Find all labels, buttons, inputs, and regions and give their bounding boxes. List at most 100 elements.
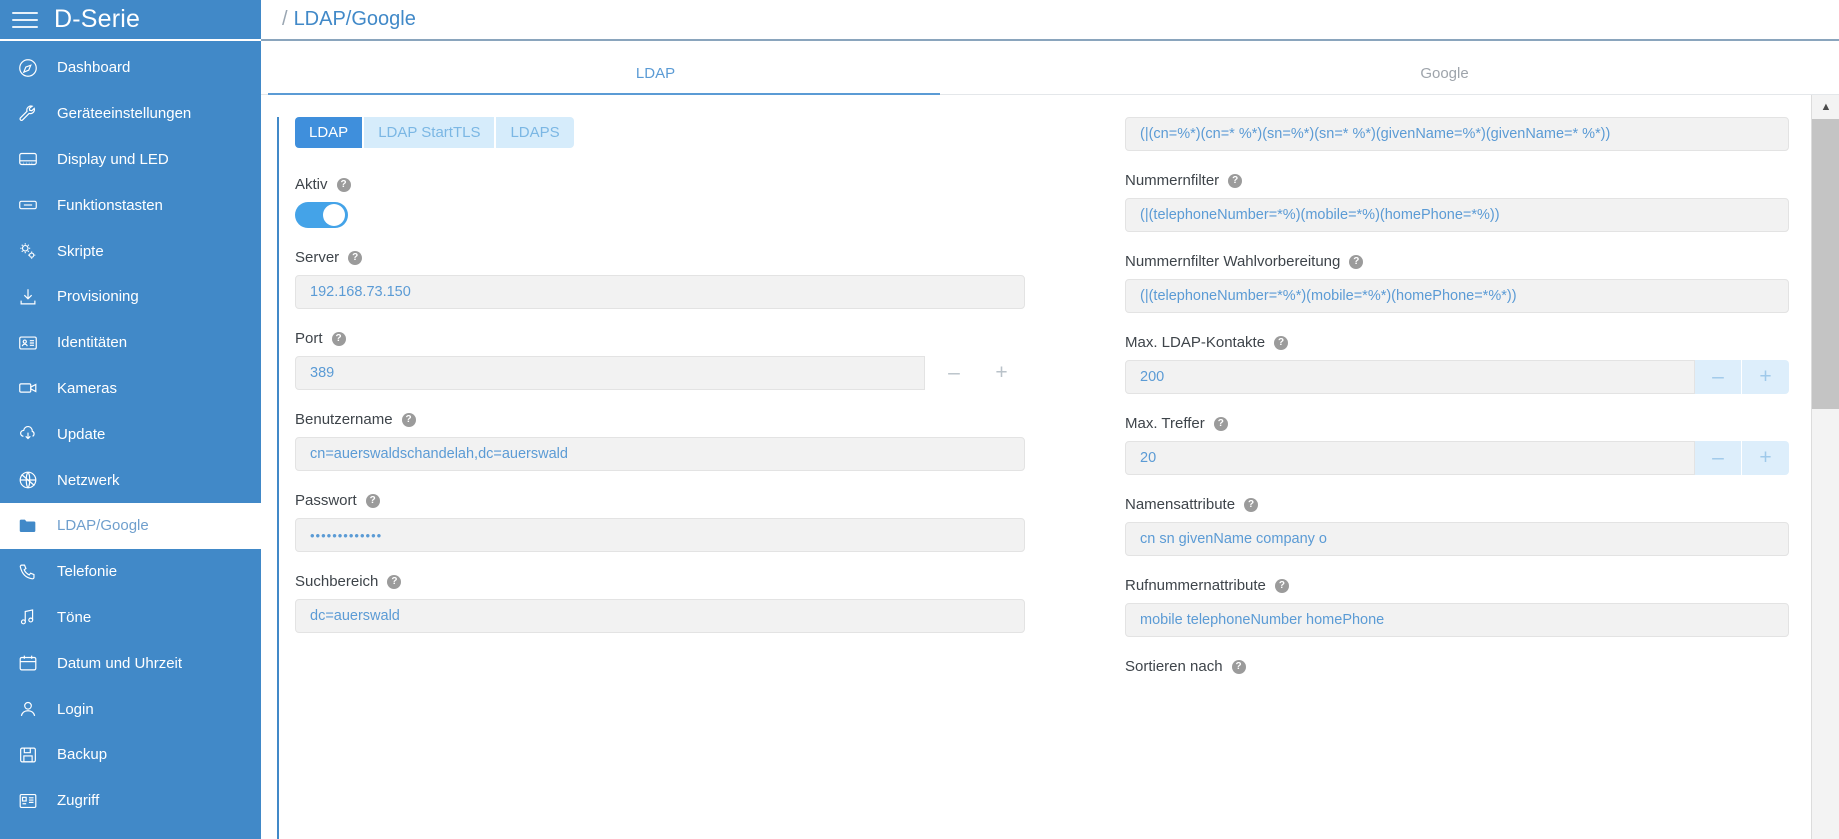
namensattribute-input[interactable]: cn sn givenName company o bbox=[1125, 522, 1789, 556]
help-icon[interactable]: ? bbox=[1349, 254, 1364, 269]
ldap-left-column: LDAP LDAP StartTLS LDAPS Aktiv ? Server … bbox=[277, 117, 1087, 839]
rufnummernattribute-input[interactable]: mobile telephoneNumber homePhone bbox=[1125, 603, 1789, 637]
port-stepper: 389 – + bbox=[295, 356, 1025, 390]
sidebar-item-datum-und-uhrzeit[interactable]: Datum und Uhrzeit bbox=[0, 640, 261, 686]
sidebar-item-telefonie[interactable]: Telefonie bbox=[0, 549, 261, 595]
help-icon[interactable]: ? bbox=[401, 412, 416, 427]
port-input[interactable]: 389 bbox=[295, 356, 925, 390]
label-text: Nummernfilter Wahlvorbereitung bbox=[1125, 253, 1341, 270]
field-label: Nummernfilter ? bbox=[1125, 172, 1789, 189]
vertical-scrollbar[interactable]: ▲ bbox=[1811, 95, 1839, 839]
tab-ldap[interactable]: LDAP bbox=[261, 65, 1050, 94]
nummernfilter-input[interactable]: (|(telephoneNumber=*%)(mobile=*%)(homePh… bbox=[1125, 198, 1789, 232]
help-icon[interactable]: ? bbox=[336, 177, 351, 192]
download-icon bbox=[13, 285, 43, 309]
help-icon[interactable]: ? bbox=[1213, 416, 1228, 431]
segment-ldap[interactable]: LDAP bbox=[295, 117, 365, 148]
aktiv-toggle[interactable] bbox=[295, 202, 348, 228]
sidebar-item-update[interactable]: Update bbox=[0, 411, 261, 457]
sidebar-item-label: Geräteeinstellungen bbox=[57, 105, 192, 123]
help-icon[interactable]: ? bbox=[1274, 578, 1289, 593]
sidebar-item-skripte[interactable]: Skripte bbox=[0, 228, 261, 274]
field-namensattribute: Namensattribute ? cn sn givenName compan… bbox=[1125, 496, 1789, 556]
sidebar-item-label: Login bbox=[57, 700, 94, 718]
max-ldap-kontakte-decrement-button[interactable]: – bbox=[1695, 360, 1742, 394]
field-rufnummernattribute: Rufnummernattribute ? mobile telephoneNu… bbox=[1125, 577, 1789, 637]
toggle-knob bbox=[323, 204, 345, 226]
scroll-up-arrow-icon[interactable]: ▲ bbox=[1812, 95, 1839, 119]
segment-ldaps[interactable]: LDAPS bbox=[496, 117, 574, 148]
sidebar-item-kameras[interactable]: Kameras bbox=[0, 366, 261, 412]
label-text: Max. Treffer bbox=[1125, 415, 1205, 432]
hamburger-icon[interactable] bbox=[12, 10, 38, 30]
port-increment-button[interactable]: + bbox=[978, 356, 1025, 390]
passwort-input[interactable]: ••••••••••••• bbox=[295, 518, 1025, 552]
breadcrumb-current[interactable]: LDAP/Google bbox=[294, 8, 416, 31]
sidebar-item-toene[interactable]: Töne bbox=[0, 595, 261, 641]
nummernfilter-wahlvorbereitung-input[interactable]: (|(telephoneNumber=*%*)(mobile=*%*)(home… bbox=[1125, 279, 1789, 313]
folder-icon bbox=[13, 514, 43, 538]
max-ldap-kontakte-input[interactable]: 200 bbox=[1125, 360, 1695, 394]
help-icon[interactable]: ? bbox=[348, 250, 363, 265]
scrollbar-thumb[interactable] bbox=[1812, 119, 1839, 409]
max-ldap-kontakte-increment-button[interactable]: + bbox=[1742, 360, 1789, 394]
sidebar-item-backup[interactable]: Backup bbox=[0, 732, 261, 778]
port-stepper-buttons: – + bbox=[931, 356, 1025, 390]
suchbereich-input[interactable]: dc=auerswald bbox=[295, 599, 1025, 633]
compass-icon bbox=[13, 56, 43, 80]
wrench-icon bbox=[13, 102, 43, 126]
help-icon[interactable]: ? bbox=[1244, 497, 1259, 512]
key-icon bbox=[13, 193, 43, 217]
port-decrement-button[interactable]: – bbox=[931, 356, 978, 390]
cloud-download-icon bbox=[13, 422, 43, 446]
sidebar-item-zugriff[interactable]: Zugriff bbox=[0, 778, 261, 824]
sidebar-item-label: Provisioning bbox=[57, 288, 139, 306]
sidebar-item-label: Töne bbox=[57, 608, 92, 626]
sidebar-item-label: Netzwerk bbox=[57, 471, 120, 489]
field-aktiv: Aktiv ? bbox=[295, 176, 1087, 228]
help-icon[interactable]: ? bbox=[331, 331, 346, 346]
sidebar-item-identitaeten[interactable]: Identitäten bbox=[0, 320, 261, 366]
phone-icon bbox=[13, 560, 43, 584]
sidebar-item-display-und-led[interactable]: Display und LED bbox=[0, 137, 261, 183]
save-icon bbox=[13, 743, 43, 767]
breadcrumb: / LDAP/Google bbox=[261, 0, 1839, 41]
sidebar-item-label: Display und LED bbox=[57, 150, 169, 168]
field-label: Sortieren nach ? bbox=[1125, 658, 1789, 675]
sidebar-item-netzwerk[interactable]: Netzwerk bbox=[0, 457, 261, 503]
sidebar-item-label: Identitäten bbox=[57, 334, 128, 352]
password-mask: ••••••••••••• bbox=[310, 527, 383, 543]
sidebar-item-ldap-google[interactable]: LDAP/Google bbox=[0, 502, 261, 549]
help-icon[interactable]: ? bbox=[1274, 335, 1289, 350]
benutzername-input[interactable]: cn=auerswaldschandelah,dc=auerswald bbox=[295, 437, 1025, 471]
sidebar-brand: D-Serie bbox=[0, 0, 261, 41]
field-passwort: Passwort ? ••••••••••••• bbox=[295, 492, 1087, 552]
label-text: Passwort bbox=[295, 492, 357, 509]
label-text: Aktiv bbox=[295, 176, 328, 193]
sidebar-item-geraeteeinstellungen[interactable]: Geräteeinstellungen bbox=[0, 91, 261, 137]
label-text: Benutzername bbox=[295, 411, 393, 428]
segment-ldap-starttls[interactable]: LDAP StartTLS bbox=[364, 117, 497, 148]
tab-google[interactable]: Google bbox=[1050, 65, 1839, 94]
sidebar-item-dashboard[interactable]: Dashboard bbox=[0, 45, 261, 91]
help-icon[interactable]: ? bbox=[387, 574, 402, 589]
max-treffer-input[interactable]: 20 bbox=[1125, 441, 1695, 475]
help-icon[interactable]: ? bbox=[1228, 173, 1243, 188]
namensfilter-input[interactable]: (|(cn=%*)(cn=* %*)(sn=%*)(sn=* %*)(given… bbox=[1125, 117, 1789, 151]
field-server: Server ? 192.168.73.150 bbox=[295, 249, 1087, 309]
sidebar-item-provisioning[interactable]: Provisioning bbox=[0, 274, 261, 320]
max-ldap-kontakte-stepper: 200 – + bbox=[1125, 360, 1789, 394]
max-treffer-increment-button[interactable]: + bbox=[1742, 441, 1789, 475]
sidebar-item-login[interactable]: Login bbox=[0, 686, 261, 732]
field-port: Port ? 389 – + bbox=[295, 330, 1087, 390]
network-icon bbox=[13, 468, 43, 492]
field-nummernfilter-wahlvorbereitung: Nummernfilter Wahlvorbereitung ? (|(tele… bbox=[1125, 253, 1789, 313]
server-input[interactable]: 192.168.73.150 bbox=[295, 275, 1025, 309]
max-treffer-decrement-button[interactable]: – bbox=[1695, 441, 1742, 475]
sidebar-item-funktionstasten[interactable]: Funktionstasten bbox=[0, 182, 261, 228]
tab-bar: LDAP Google bbox=[261, 41, 1839, 95]
help-icon[interactable]: ? bbox=[1231, 659, 1246, 674]
label-text: Rufnummernattribute bbox=[1125, 577, 1266, 594]
help-icon[interactable]: ? bbox=[365, 493, 380, 508]
calendar-icon bbox=[13, 651, 43, 675]
